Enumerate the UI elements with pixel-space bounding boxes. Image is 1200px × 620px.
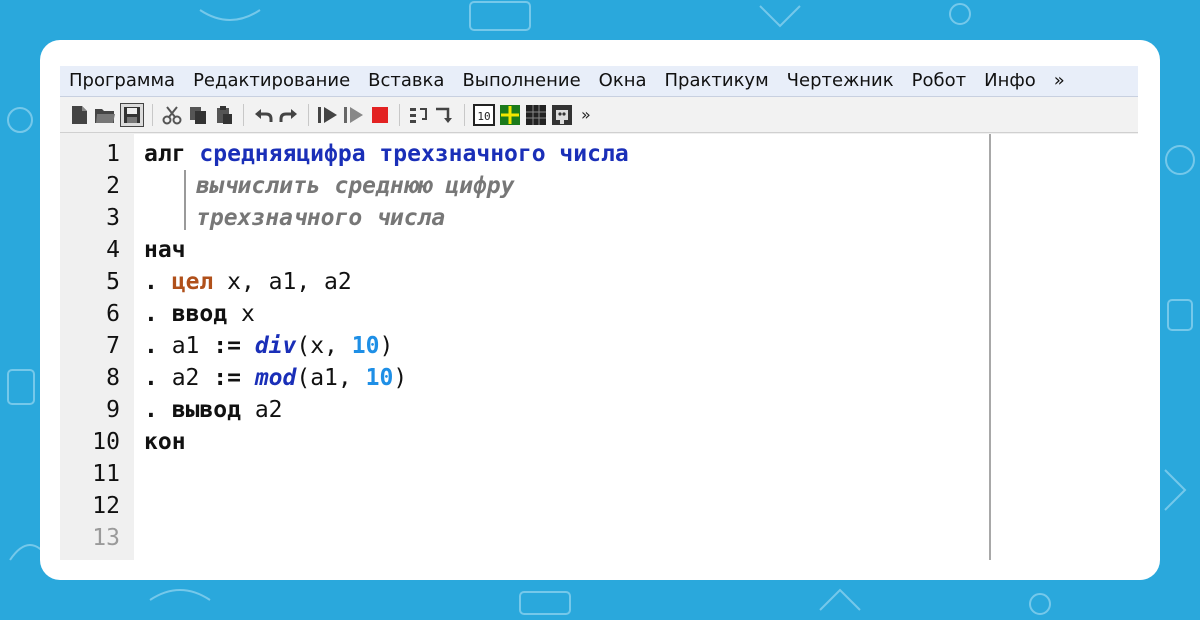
counter-icon[interactable]: 10: [473, 103, 495, 126]
line-number: 7: [106, 333, 120, 359]
code-line-2: вычислить среднюю цифру: [196, 170, 515, 202]
indent-dot: .: [144, 301, 158, 327]
code-line-9: . вывод a2: [144, 394, 283, 426]
redo-icon[interactable]: [278, 104, 300, 126]
kumir-window: Программа Редактирование Вставка Выполне…: [60, 66, 1138, 560]
line-number: 9: [106, 397, 120, 423]
toolbar-separator: [152, 103, 153, 126]
code-editor[interactable]: 1 2 3 4 5 6 7 8 9 10 11 12 13 алг средня…: [60, 134, 1138, 560]
menu-program[interactable]: Программа: [60, 66, 184, 96]
code-text: a2: [240, 397, 283, 423]
toolbar-more[interactable]: »: [581, 105, 591, 124]
line-number-gutter: 1 2 3 4 5 6 7 8 9 10 11 12 13: [60, 134, 134, 560]
code-text: ): [393, 365, 408, 391]
code-text: x: [227, 301, 255, 327]
paste-icon[interactable]: [213, 104, 235, 126]
keyword-output: вывод: [171, 397, 241, 423]
svg-text:10: 10: [477, 110, 490, 123]
comment-text: вычислить среднюю цифру: [196, 173, 515, 199]
code-line-4: нач: [144, 234, 186, 266]
assign-operator: :=: [213, 333, 241, 359]
cut-icon[interactable]: [161, 104, 183, 126]
code-text: a1: [157, 333, 214, 359]
keyword-type: цел: [171, 269, 214, 295]
toolbar: 10 »: [60, 97, 1138, 133]
menu-drawer[interactable]: Чертежник: [778, 66, 903, 96]
new-file-icon[interactable]: [68, 104, 90, 126]
robot-icon[interactable]: [551, 104, 573, 126]
stop-icon[interactable]: [369, 104, 391, 126]
number-literal: 10: [351, 333, 380, 359]
line-number: 1: [106, 141, 120, 167]
keyword-kon: кон: [144, 429, 186, 455]
open-folder-icon[interactable]: [94, 104, 116, 126]
editor-margin-separator[interactable]: [989, 134, 991, 560]
menu-info[interactable]: Инфо: [975, 66, 1045, 96]
code-area[interactable]: алг средняяцифра трехзначного числа вычи…: [134, 134, 989, 560]
code-line-6: . ввод x: [144, 298, 255, 330]
code-line-8: . a2 := mod(a1, 10): [144, 362, 407, 394]
toolbar-separator: [308, 103, 309, 126]
algorithm-name: средняяцифра трехзначного числа: [199, 141, 629, 167]
drawer-icon[interactable]: [499, 104, 521, 126]
line-number: 4: [106, 237, 120, 263]
toolbar-separator: [399, 103, 400, 126]
indent-dot: .: [144, 365, 158, 391]
menu-robot[interactable]: Робот: [903, 66, 975, 96]
assign-operator: :=: [213, 365, 241, 391]
copy-icon[interactable]: [187, 104, 209, 126]
code-text: ): [379, 333, 394, 359]
grid-icon[interactable]: [525, 104, 547, 126]
indent-dot: .: [144, 397, 158, 423]
content-card: Программа Редактирование Вставка Выполне…: [40, 40, 1160, 580]
run-step-icon[interactable]: [343, 104, 365, 126]
line-number: 13: [92, 525, 120, 551]
function-name: mod: [254, 365, 297, 391]
menu-practicum[interactable]: Практикум: [656, 66, 778, 96]
toolbar-separator: [243, 103, 244, 126]
line-number: 3: [106, 205, 120, 231]
indent-dot: .: [144, 269, 158, 295]
code-line-1: алг средняяцифра трехзначного числа: [144, 138, 629, 170]
menu-edit[interactable]: Редактирование: [184, 66, 359, 96]
line-number: 8: [106, 365, 120, 391]
line-number: 12: [92, 493, 120, 519]
run-icon[interactable]: [317, 104, 339, 126]
line-number: 5: [106, 269, 120, 295]
comment-text: трехзначного числа: [196, 205, 446, 231]
menu-windows[interactable]: Окна: [590, 66, 656, 96]
line-number: 6: [106, 301, 120, 327]
save-icon[interactable]: [120, 102, 144, 127]
undo-icon[interactable]: [252, 104, 274, 126]
code-text: x, a1, a2: [213, 269, 352, 295]
keyword-nach: нач: [144, 237, 186, 263]
line-number: 10: [92, 429, 120, 455]
code-text: (x,: [296, 333, 352, 359]
code-line-5: . цел x, a1, a2: [144, 266, 352, 298]
function-name: div: [254, 333, 297, 359]
code-text: (a1,: [296, 365, 366, 391]
menu-insert[interactable]: Вставка: [359, 66, 453, 96]
step-into-icon[interactable]: [408, 104, 430, 126]
code-line-10: кон: [144, 426, 186, 458]
code-line-3: трехзначного числа: [196, 202, 445, 234]
line-number: 2: [106, 173, 120, 199]
step-out-icon[interactable]: [434, 104, 456, 126]
keyword-input: ввод: [171, 301, 228, 327]
toolbar-separator: [464, 103, 465, 126]
menu-bar: Программа Редактирование Вставка Выполне…: [60, 66, 1138, 97]
number-literal: 10: [365, 365, 394, 391]
menu-run[interactable]: Выполнение: [453, 66, 589, 96]
code-text: a2: [157, 365, 214, 391]
comment-indent-bar: [184, 170, 186, 230]
keyword-alg: алг: [144, 141, 186, 167]
indent-dot: .: [144, 333, 158, 359]
line-number: 11: [92, 461, 120, 487]
code-line-7: . a1 := div(x, 10): [144, 330, 393, 362]
menu-more[interactable]: »: [1045, 66, 1074, 96]
